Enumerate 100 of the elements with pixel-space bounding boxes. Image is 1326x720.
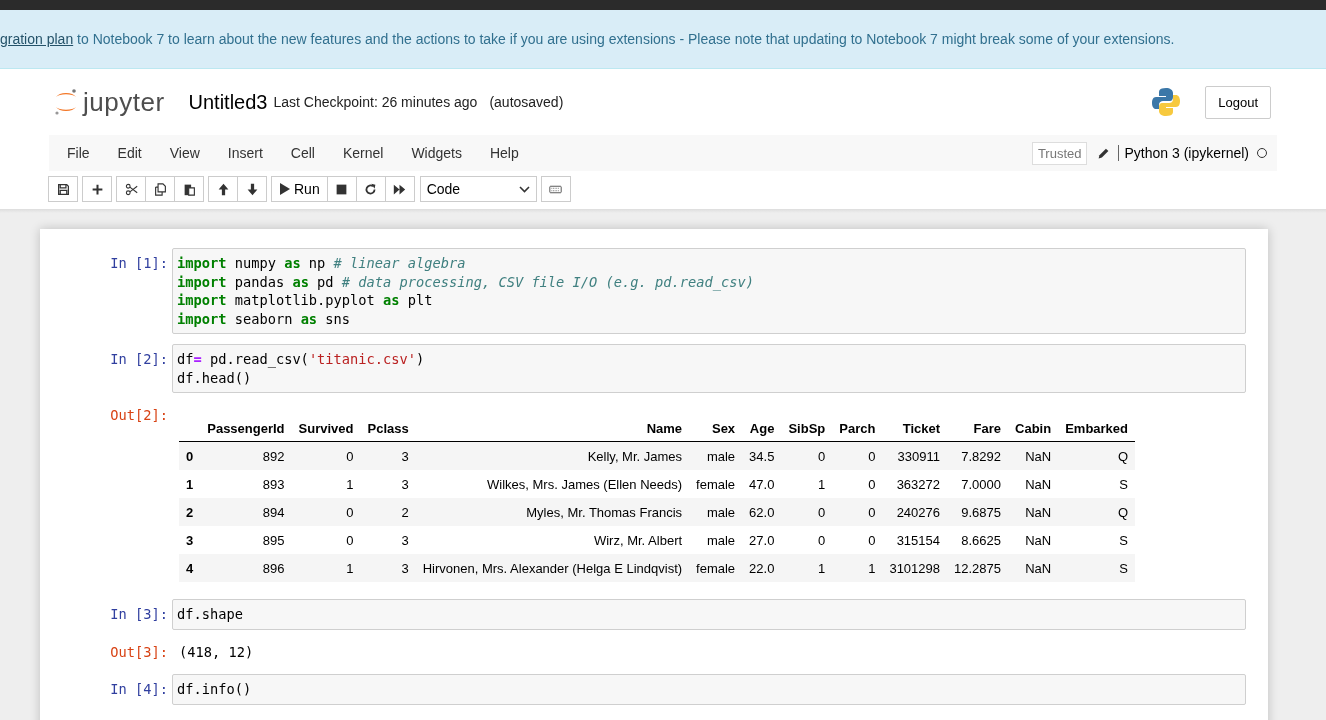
table-cell: 8.6625	[947, 526, 1009, 554]
menu-item[interactable]: Widgets	[397, 145, 476, 161]
autosave-status: (autosaved)	[489, 94, 564, 110]
table-cell: 3	[360, 470, 416, 498]
add-cell-button[interactable]	[82, 176, 112, 202]
column-header: Name	[415, 416, 690, 442]
cut-button[interactable]	[116, 176, 146, 202]
menu-item[interactable]: View	[155, 145, 214, 161]
table-cell: NaN	[1008, 498, 1059, 526]
notebook-title[interactable]: Untitled3	[188, 90, 268, 114]
table-cell: 27.0	[742, 526, 782, 554]
table-cell: 895	[200, 526, 292, 554]
code-cell[interactable]: df.shape	[172, 599, 1246, 630]
row-index: 2	[179, 498, 201, 526]
cell-type-dropdown[interactable]: Code	[419, 176, 537, 202]
migration-link[interactable]: gration plan	[0, 31, 74, 47]
table-cell: S	[1058, 470, 1136, 498]
row-index: 3	[179, 526, 201, 554]
stop-icon	[335, 182, 349, 196]
table-cell: 892	[200, 441, 292, 470]
table-cell: 9.6875	[947, 498, 1009, 526]
notice-text: gration plan to Notebook 7 to learn about the new features and the actions to take if you are using extensions - Please note that updating to Notebook 7 might break some of your extensions.	[0, 31, 1175, 47]
table-cell: Hirvonen, Mrs. Alexander (Helga E Lindqvist)	[415, 554, 690, 582]
table-cell: Myles, Mr. Thomas Francis	[415, 498, 690, 526]
table-cell: 0	[832, 526, 883, 554]
menu-item[interactable]: File	[53, 145, 104, 161]
table-cell: 0	[781, 498, 833, 526]
logo-text[interactable]: jupyter	[83, 86, 165, 118]
table-cell: S	[1058, 554, 1136, 582]
table-cell: 2	[360, 498, 416, 526]
table-cell: 7.0000	[947, 470, 1009, 498]
menu-item[interactable]: Edit	[103, 145, 156, 161]
code-cell[interactable]: df.info()	[172, 674, 1246, 705]
table-cell: 1	[781, 470, 833, 498]
input-prompt: In [4]:	[109, 680, 169, 699]
table-cell: Wirz, Mr. Albert	[415, 526, 690, 554]
checkpoint-text: Last Checkpoint: 26 minutes ago	[273, 94, 478, 110]
pencil-icon	[1097, 146, 1111, 160]
table-cell: 0	[291, 441, 361, 470]
output-prompt: Out[3]:	[109, 642, 169, 661]
column-header: Ticket	[882, 416, 948, 442]
table-cell: 47.0	[742, 470, 782, 498]
column-header: Embarked	[1058, 416, 1136, 442]
arrow-down-icon	[245, 182, 259, 196]
trusted-badge[interactable]: Trusted	[1031, 141, 1088, 165]
menu-item[interactable]: Cell	[276, 145, 329, 161]
caret-icon	[518, 185, 530, 193]
copy-button[interactable]	[145, 176, 175, 202]
table-cell: NaN	[1008, 441, 1059, 470]
table-cell: NaN	[1008, 470, 1059, 498]
table-cell: 1	[291, 554, 361, 582]
table-cell: 3	[360, 554, 416, 582]
code-cell[interactable]: import numpy as np # linear algebra import pandas as pd # data processing, CSV file I/O (e.g. pd.read_csv) import matplotlib.pyplot as plt import seaborn as sns	[172, 248, 1246, 334]
table-cell: Q	[1058, 441, 1136, 470]
table-cell: male	[689, 498, 743, 526]
table-cell: 3	[360, 441, 416, 470]
table-cell: 0	[832, 470, 883, 498]
paste-button[interactable]	[174, 176, 204, 202]
table-cell: 0	[832, 441, 883, 470]
column-header: Cabin	[1008, 416, 1059, 442]
table-cell: 62.0	[742, 498, 782, 526]
logo-icon	[53, 87, 79, 117]
stop-button[interactable]	[326, 176, 357, 202]
table-cell: 22.0	[742, 554, 782, 582]
menu-item[interactable]: Kernel	[328, 145, 398, 161]
table-cell: 0	[781, 441, 833, 470]
restart-button[interactable]	[355, 176, 386, 202]
run-button[interactable]: Run	[271, 176, 328, 202]
table-cell: 0	[291, 526, 361, 554]
table-cell: 12.2875	[947, 554, 1009, 582]
table-cell: male	[689, 526, 743, 554]
keyboard-button[interactable]	[540, 176, 571, 202]
column-header: Parch	[832, 416, 883, 442]
move-up-button[interactable]	[208, 176, 238, 202]
table-cell: 3	[360, 526, 416, 554]
code-cell[interactable]: df= pd.read_csv('titanic.csv') df.head()	[172, 344, 1246, 393]
input-prompt: In [1]:	[109, 254, 169, 273]
save-button[interactable]	[48, 176, 78, 202]
menu-item[interactable]: Insert	[213, 145, 277, 161]
copy-icon	[153, 182, 167, 196]
column-header: Sex	[689, 416, 743, 442]
table-cell: 0	[291, 498, 361, 526]
row-index: 4	[179, 554, 201, 582]
column-header: Age	[742, 416, 782, 442]
table-cell: Q	[1058, 498, 1136, 526]
table-cell: 363272	[882, 470, 948, 498]
arrow-up-icon	[216, 182, 230, 196]
column-header: PassengerId	[200, 416, 292, 442]
table-cell: 896	[200, 554, 292, 582]
table-cell: 315154	[882, 526, 948, 554]
table-cell: female	[689, 554, 743, 582]
row-index: 1	[179, 470, 201, 498]
python-logo-icon	[1151, 87, 1182, 117]
move-down-button[interactable]	[237, 176, 267, 202]
menu-item[interactable]: Help	[475, 145, 533, 161]
column-header: Pclass	[360, 416, 416, 442]
logout-button[interactable]: Logout	[1205, 85, 1271, 119]
fast-forward-button[interactable]	[384, 176, 415, 202]
kernel-name[interactable]: Python 3 (ipykernel)	[1118, 145, 1249, 161]
table-cell: 893	[200, 470, 292, 498]
